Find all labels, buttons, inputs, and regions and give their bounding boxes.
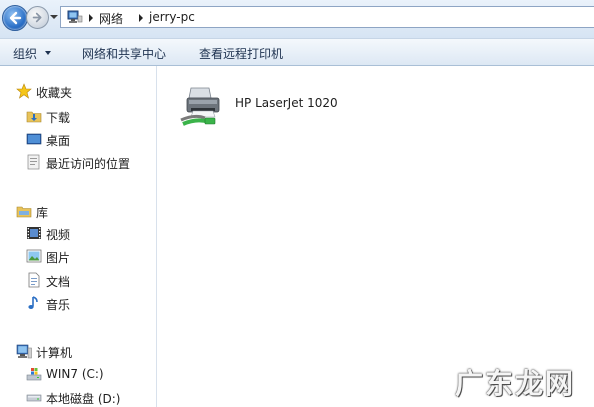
documents-icon [28, 272, 40, 288]
downloads-folder-icon [26, 111, 42, 123]
sidebar-item-label: 音乐 [46, 298, 71, 312]
content-pane: HP LaserJet 1020 [157, 66, 594, 407]
pictures-icon [26, 249, 42, 263]
sidebar-item-label: 本地磁盘 (D:) [46, 392, 121, 406]
sidebar-item-label: 桌面 [46, 134, 71, 148]
sidebar-item-label: 库 [36, 206, 49, 220]
printer-label: HP LaserJet 1020 [235, 96, 338, 110]
back-button[interactable] [2, 5, 28, 31]
printer-item[interactable]: HP LaserJet 1020 [179, 84, 379, 128]
breadcrumb-computer[interactable]: jerry-pc [149, 10, 195, 24]
chevron-down-icon [45, 51, 51, 55]
address-box[interactable]: 网络 jerry-pc [60, 6, 594, 28]
sidebar-item-label: 下载 [46, 111, 71, 125]
sidebar-item-label: WIN7 (C:) [46, 367, 104, 381]
computer-icon [16, 344, 32, 359]
forward-arrow-icon [32, 12, 42, 23]
command-bar: 组织 网络和共享中心 查看远程打印机 [0, 38, 594, 66]
music-icon [28, 296, 38, 309]
network-icon [67, 10, 83, 23]
hard-drive-icon [26, 394, 42, 402]
library-icon [16, 206, 32, 218]
forward-button[interactable] [26, 6, 49, 29]
address-bar: 网络 jerry-pc [0, 0, 594, 38]
network-center-button[interactable]: 网络和共享中心 [82, 45, 166, 62]
video-icon [27, 227, 41, 239]
sidebar-item-label: 视频 [46, 228, 71, 242]
recent-pages-dropdown[interactable] [50, 15, 58, 19]
navigation-pane: 收藏夹 下载 桌面 最近访问的位置 库 视频 图片 文档 音乐 计算机 WIN7… [0, 66, 157, 407]
sidebar-item-label: 计算机 [36, 346, 73, 360]
recent-places-icon [27, 154, 40, 170]
network-printer-icon [180, 87, 220, 126]
organize-button[interactable]: 组织 [13, 45, 37, 62]
watermark: 广东龙网 [455, 367, 576, 400]
desktop-icon [26, 133, 42, 145]
sidebar-item-label: 最近访问的位置 [46, 157, 131, 171]
sidebar-item-label: 文档 [46, 275, 71, 289]
back-arrow-icon [9, 11, 22, 25]
view-remote-printers-button[interactable]: 查看远程打印机 [199, 45, 283, 62]
windows-drive-icon [26, 368, 42, 381]
breadcrumb-network[interactable]: 网络 [99, 10, 123, 27]
breadcrumb-separator-icon[interactable] [139, 14, 143, 22]
sidebar-item-label: 收藏夹 [36, 86, 73, 100]
star-icon [16, 83, 32, 99]
breadcrumb-separator-icon[interactable] [89, 14, 93, 22]
sidebar-item-label: 图片 [46, 251, 71, 265]
